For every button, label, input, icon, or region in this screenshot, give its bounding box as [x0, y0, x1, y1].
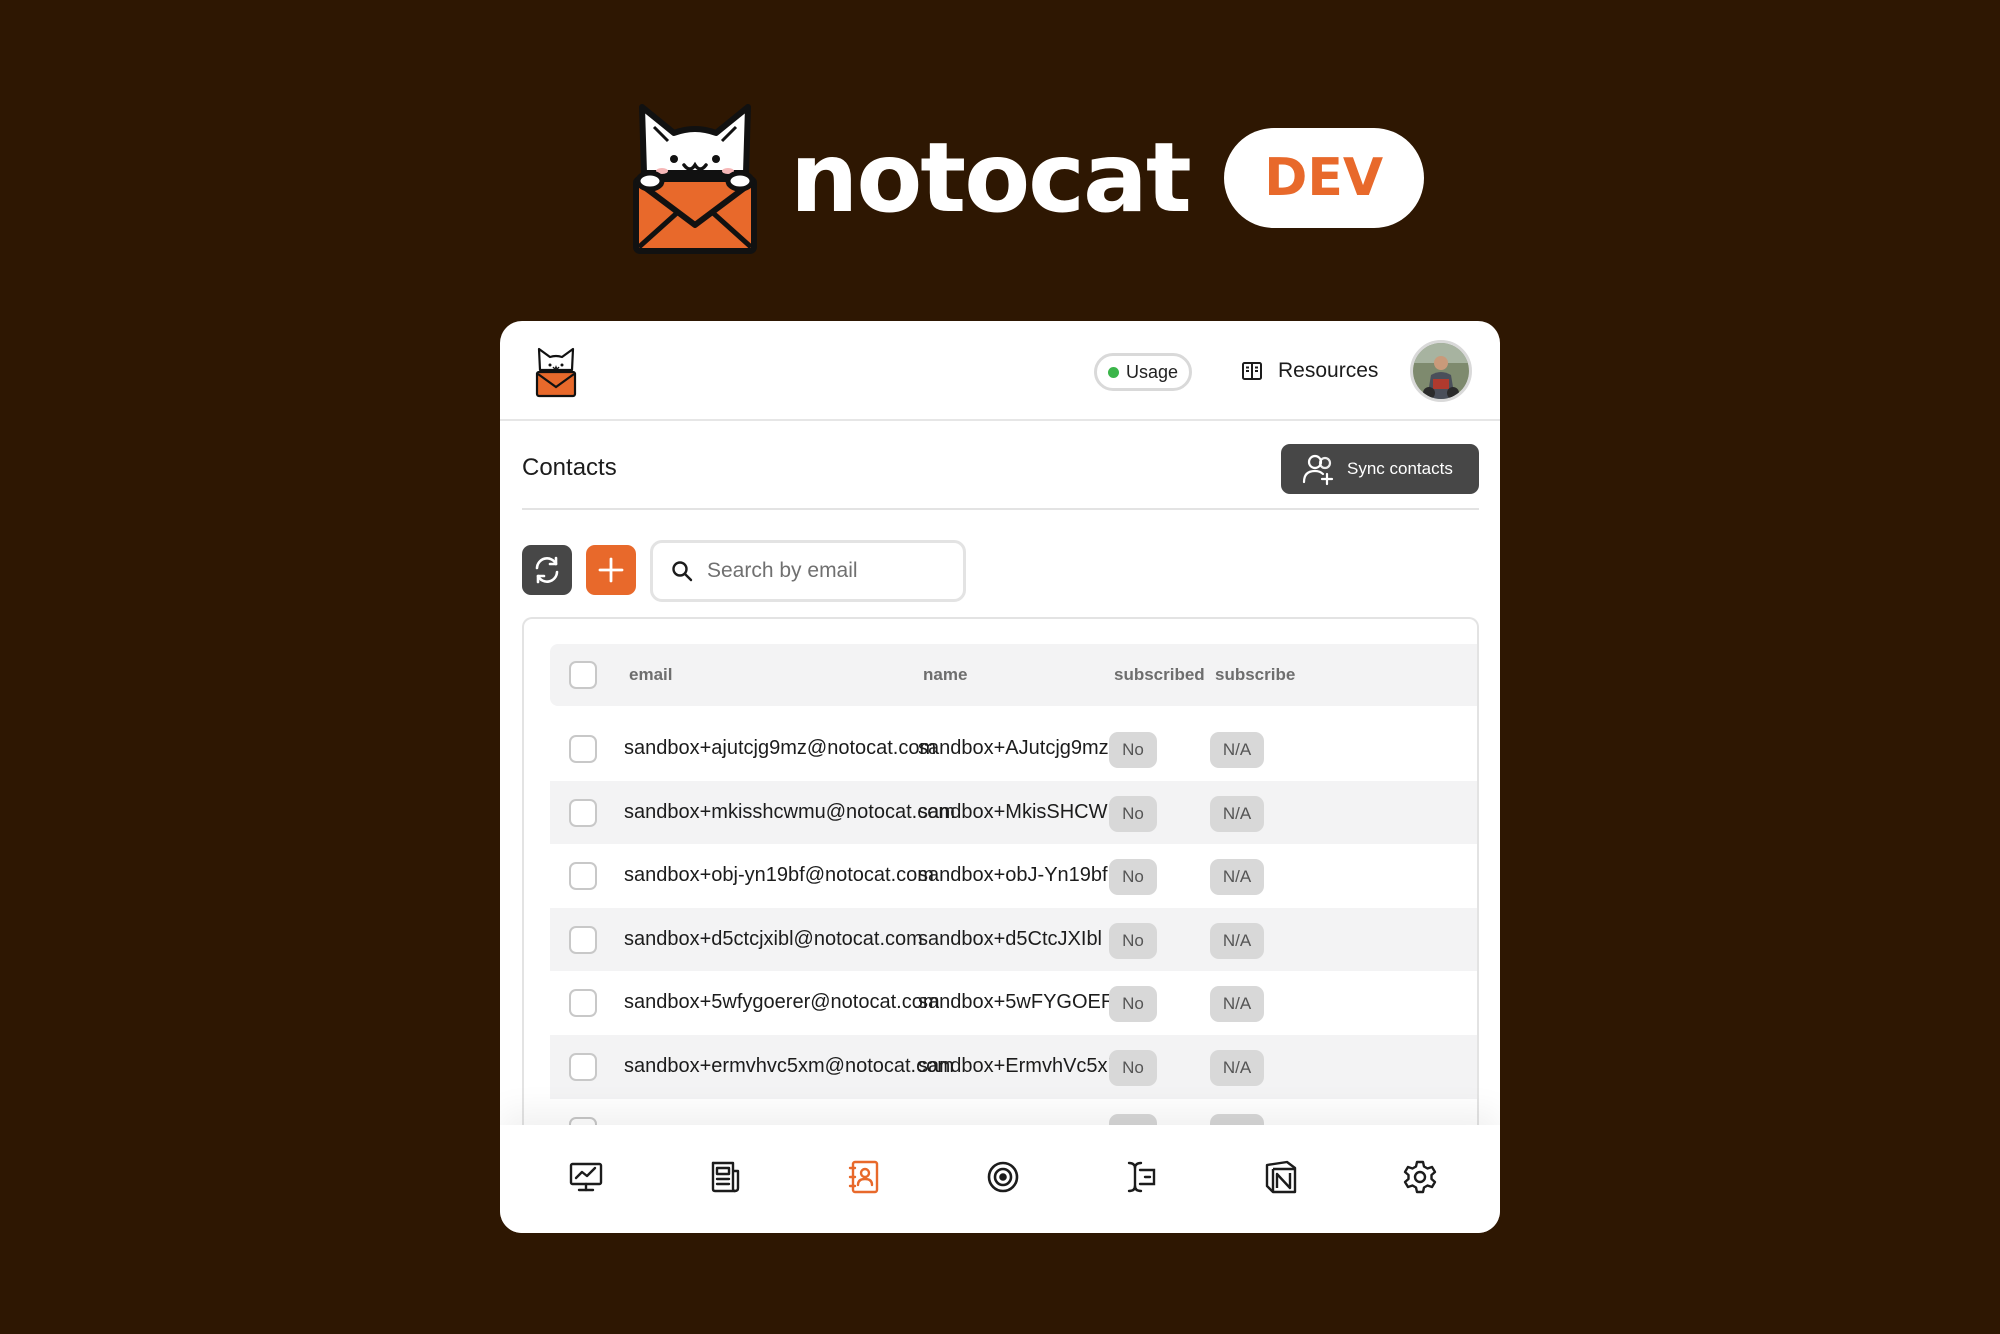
nav-notion[interactable] [1259, 1155, 1303, 1199]
search-box[interactable] [650, 540, 966, 602]
newsletter-icon [711, 1161, 740, 1193]
row-checkbox[interactable] [569, 798, 597, 827]
column-header-email[interactable]: email [629, 644, 672, 706]
column-header-subscribed[interactable]: subscribed [1114, 644, 1205, 706]
row-checkbox[interactable] [569, 862, 597, 891]
subscribe-badge: N/A [1210, 1050, 1264, 1086]
target-icon [987, 1161, 1019, 1193]
table-row[interactable]: sandbox+mkisshcwmu@notocat.com sandbox+M… [550, 780, 1477, 845]
env-badge: DEV [1223, 128, 1424, 228]
row-email: sandbox+d5ctcjxibl@notocat.com [624, 927, 923, 950]
column-header-name[interactable]: name [923, 644, 967, 706]
row-name: sandbox+obJ-Yn19bf [918, 864, 1108, 887]
settings-icon [1403, 1160, 1437, 1194]
table-row[interactable]: sandbox+ermvhvc5xm@notocat.com sandbox+E… [550, 1035, 1477, 1099]
nav-newsletters[interactable] [703, 1155, 747, 1199]
subscribed-badge: No [1109, 859, 1157, 896]
table-row[interactable]: sandbox+obj-yn19bf@notocat.com sandbox+o… [550, 844, 1477, 908]
subscribe-badge: N/A [1210, 859, 1264, 896]
plus-icon [598, 557, 624, 583]
subscribe-badge: N/A [1210, 732, 1264, 768]
contacts-icon [848, 1160, 879, 1194]
table-row[interactable]: sandbox+ajutcjg9mz@notocat.com sandbox+A… [550, 717, 1477, 781]
nav-fields[interactable] [1120, 1155, 1164, 1199]
sync-contacts-button[interactable]: Sync contacts [1281, 444, 1479, 494]
search-icon [672, 561, 693, 582]
add-contact-button[interactable] [586, 545, 636, 595]
text-cursor-icon [1127, 1161, 1156, 1193]
row-email: sandbox+obj-yn19bf@notocat.com [624, 864, 934, 887]
top-bar: Usage Resources [500, 321, 1500, 421]
user-avatar[interactable] [1410, 340, 1472, 402]
row-email: sandbox+ajutcjg9mz@notocat.com [624, 737, 937, 759]
book-open-icon [1242, 362, 1262, 380]
usage-label: Usage [1125, 361, 1179, 382]
subscribe-badge: N/A [1210, 795, 1264, 832]
search-input[interactable] [705, 558, 949, 584]
table-row[interactable]: sandbox+5wfygoerer@notocat.com sandbox+5… [550, 971, 1477, 1035]
table-row[interactable]: sandbox+d5ctcjxibl@notocat.com sandbox+d… [550, 907, 1477, 972]
row-email: sandbox+ermvhvc5xm@notocat.com [624, 1055, 954, 1077]
usage-button[interactable]: Usage [1094, 353, 1192, 391]
table-header: email name subscribed subscribe [550, 644, 1477, 706]
resources-link[interactable]: Resources [1240, 351, 1378, 391]
nav-settings[interactable] [1398, 1155, 1442, 1199]
row-checkbox[interactable] [569, 735, 597, 763]
user-plus-icon [1302, 454, 1334, 486]
usage-status-dot [1107, 366, 1119, 378]
bottom-nav [500, 1125, 1500, 1233]
subscribed-badge: No [1109, 795, 1157, 832]
column-header-subscribe[interactable]: subscribe [1215, 644, 1295, 706]
app-window: Usage Resources Contacts Sync contacts S… [500, 321, 1500, 1233]
brand-header: notocat DEV [630, 98, 1424, 258]
page-title: Contacts [522, 454, 617, 481]
notocat-logo-icon [633, 104, 757, 254]
contacts-table: email name subscribed subscribe sandbox+… [522, 617, 1479, 1137]
row-name: sandbox+AJutcjg9mz [918, 737, 1109, 759]
divider [522, 508, 1479, 510]
nav-targets[interactable] [981, 1155, 1025, 1199]
refresh-button[interactable] [522, 545, 572, 595]
subscribed-badge: No [1109, 986, 1157, 1023]
subscribe-badge: N/A [1210, 922, 1264, 959]
row-checkbox[interactable] [569, 1053, 597, 1081]
analytics-icon [569, 1162, 603, 1192]
select-all-checkbox[interactable] [569, 661, 597, 689]
nav-contacts[interactable] [842, 1155, 886, 1199]
row-name: sandbox+MkisSHCWMu [918, 800, 1136, 823]
notion-icon [1265, 1160, 1297, 1194]
nav-analytics[interactable] [564, 1155, 608, 1199]
resources-label: Resources [1278, 359, 1379, 382]
row-email: sandbox+5wfygoerer@notocat.com [624, 991, 940, 1014]
row-email: sandbox+mkisshcwmu@notocat.com [624, 800, 955, 823]
refresh-icon [535, 556, 559, 584]
row-checkbox[interactable] [569, 925, 597, 954]
subscribed-badge: No [1109, 1050, 1157, 1086]
brand-name: notocat [790, 122, 1192, 234]
subscribed-badge: No [1109, 922, 1157, 959]
subscribe-badge: N/A [1210, 986, 1264, 1023]
row-checkbox[interactable] [569, 989, 597, 1018]
avatar-image [1413, 343, 1469, 399]
subscribed-badge: No [1109, 732, 1157, 768]
row-name: sandbox+ErmvhVc5xM [918, 1055, 1125, 1077]
sync-contacts-label: Sync contacts [1347, 459, 1453, 478]
row-name: sandbox+d5CtcJXIbl [918, 927, 1103, 950]
app-logo-icon[interactable] [535, 346, 577, 398]
